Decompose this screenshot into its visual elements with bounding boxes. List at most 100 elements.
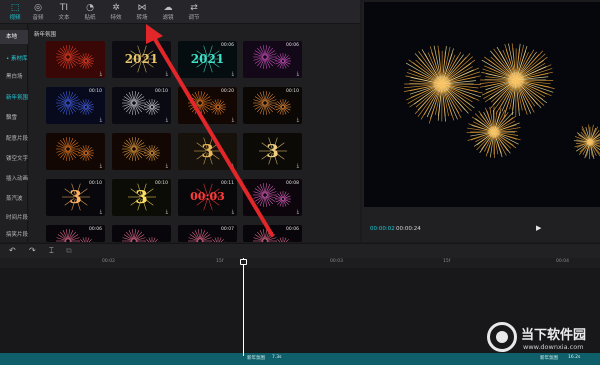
download-icon[interactable]: ⤓	[100, 117, 102, 123]
sidebar-item-hollow-text[interactable]: 镂空文字	[0, 152, 28, 166]
sidebar-item-black-white[interactable]: 黑白场	[0, 70, 28, 84]
thumbnail-duration: 00:10	[155, 181, 168, 186]
sidebar-item-new-year[interactable]: 新年氛围	[0, 91, 28, 105]
material-thumbnail[interactable]: 00:10 ⤓	[46, 87, 105, 124]
watermark-title: 当下软件园	[521, 328, 587, 343]
tab-audio-label: 音频	[32, 15, 44, 21]
download-icon[interactable]: ⤓	[166, 71, 168, 77]
material-thumbnail[interactable]: 3 00:10 ⤓	[112, 179, 171, 216]
play-icon[interactable]: ▶	[536, 224, 541, 232]
tab-filter[interactable]: ☁ 滤镜	[155, 2, 181, 24]
download-icon[interactable]: ⤓	[166, 163, 168, 169]
redo-icon[interactable]: ↷	[29, 246, 36, 255]
thumbnail-text: 00:03	[190, 190, 225, 203]
sidebar-item-funny-clips[interactable]: 搞笑片段	[0, 228, 28, 242]
delete-icon[interactable]: ⧉	[66, 246, 72, 256]
tab-transition-label: 转场	[136, 15, 148, 21]
download-icon[interactable]: ⤓	[100, 163, 102, 169]
material-thumbnail[interactable]: 00:06	[243, 225, 302, 242]
thumbnail-duration: 00:08	[286, 181, 299, 186]
sidebar-item-insert-animation[interactable]: 插入动画	[0, 172, 28, 186]
download-icon[interactable]: ⤓	[297, 71, 299, 77]
thumbnail-art	[122, 229, 160, 242]
preview-video	[364, 2, 600, 207]
download-icon[interactable]: ⤓	[100, 209, 102, 215]
material-thumbnail[interactable]: 2021 ⤓	[112, 41, 171, 78]
download-icon[interactable]: ⤓	[100, 71, 102, 77]
download-icon[interactable]: ⤓	[232, 163, 234, 169]
download-icon[interactable]: ⤓	[297, 209, 299, 215]
thumbnail-duration: 00:10	[155, 89, 168, 94]
thumbnail-art	[56, 45, 94, 69]
watermark: 当下软件园 www.downxia.com	[487, 320, 599, 356]
material-thumbnail[interactable]: 00:08 ⤓	[243, 179, 302, 216]
material-thumbnail[interactable]: 3 ⤓	[243, 133, 302, 170]
download-icon[interactable]: ⤓	[166, 209, 168, 215]
tab-text-label: 文本	[58, 15, 70, 21]
download-icon[interactable]: ⤓	[232, 71, 234, 77]
thumbnail-text: 3	[69, 187, 82, 208]
material-thumbnail[interactable]: ⤓	[46, 133, 105, 170]
sidebar-item-snow[interactable]: 飘雪	[0, 111, 28, 125]
thumbnail-duration: 00:11	[221, 181, 234, 186]
material-thumbnail[interactable]	[112, 225, 171, 242]
tab-sticker[interactable]: ◔ 贴纸	[77, 2, 103, 24]
sidebar-item-vaporwave[interactable]: 蒸汽波	[0, 192, 28, 206]
adjust-icon: ⇄	[190, 3, 198, 13]
material-thumbnail[interactable]: 00:06 ⤓	[243, 41, 302, 78]
text-icon: TI	[59, 3, 69, 13]
tick-label: 15f	[443, 259, 451, 264]
material-thumbnail[interactable]: 00:07	[178, 225, 237, 242]
tick-label: 00:03	[330, 259, 343, 264]
material-thumbnail[interactable]: 00:03 00:11 ⤓	[178, 179, 237, 216]
tick-label: 15f	[216, 259, 224, 264]
timeline-toolbar: ↶ ↷ ⌶ ⧉	[0, 243, 600, 258]
section-title: 新年氛围	[34, 32, 57, 38]
thumbnail-duration: 00:06	[221, 43, 234, 48]
playhead[interactable]	[243, 258, 244, 356]
sidebar-item-material-library[interactable]: • 素材库	[0, 52, 28, 66]
thumbnail-art	[122, 137, 160, 161]
tab-transition[interactable]: ⋈ 转场	[129, 2, 155, 24]
tick-label: 00:02	[102, 259, 115, 264]
total-time: 00:00:24	[396, 226, 421, 232]
material-thumbnail[interactable]: ⤓	[46, 41, 105, 78]
material-thumbnail[interactable]: 2021 00:06 ⤓	[178, 41, 237, 78]
sidebar-item-clips[interactable]: 配意片段	[0, 132, 28, 146]
tab-effects[interactable]: ✲ 特效	[103, 2, 129, 24]
fireworks-image	[403, 43, 600, 160]
split-icon[interactable]: ⌶	[49, 246, 54, 256]
thumbnail-duration: 00:06	[89, 227, 102, 232]
download-icon[interactable]: ⤓	[297, 163, 299, 169]
download-icon[interactable]: ⤓	[297, 117, 299, 123]
material-thumbnail[interactable]: 00:10 ⤓	[112, 87, 171, 124]
download-icon[interactable]: ⤓	[166, 117, 168, 123]
download-icon[interactable]: ⤓	[232, 209, 234, 215]
sticker-icon: ◔	[86, 3, 94, 13]
download-icon[interactable]: ⤓	[232, 117, 234, 123]
tab-adjust-label: 调节	[188, 15, 200, 21]
thumbnail-duration: 00:10	[89, 181, 102, 186]
material-thumbnail[interactable]: 00:20 ⤓	[178, 87, 237, 124]
sidebar-item-time-clips[interactable]: 时间片段	[0, 211, 28, 225]
thumbnail-duration: 00:10	[89, 89, 102, 94]
audio-icon: ◎	[34, 3, 42, 13]
sidebar-item-local[interactable]: 本地	[0, 30, 28, 44]
thumbnail-duration: 00:06	[286, 43, 299, 48]
undo-icon[interactable]: ↶	[9, 246, 16, 255]
material-thumbnail[interactable]: 3 00:10 ⤓	[46, 179, 105, 216]
tab-audio[interactable]: ◎ 音频	[25, 2, 51, 24]
material-thumbnail[interactable]: 00:10 ⤓	[243, 87, 302, 124]
playhead-handle[interactable]	[240, 259, 247, 265]
material-thumbnail[interactable]: 00:06	[46, 225, 105, 242]
material-thumbnail[interactable]: 3 ⤓	[178, 133, 237, 170]
effects-icon: ✲	[112, 3, 120, 13]
clip-name: 新年氛围	[247, 356, 265, 361]
tab-effects-label: 特效	[110, 15, 122, 21]
tab-adjust[interactable]: ⇄ 调节	[181, 2, 207, 24]
material-thumbnail[interactable]: ⤓	[112, 133, 171, 170]
thumbnail-art	[56, 137, 94, 161]
timeline-ruler[interactable]: 00:02 15f 00:03 15f 00:04	[0, 258, 600, 268]
tab-text[interactable]: TI 文本	[51, 2, 77, 24]
filter-icon: ☁	[163, 3, 173, 13]
